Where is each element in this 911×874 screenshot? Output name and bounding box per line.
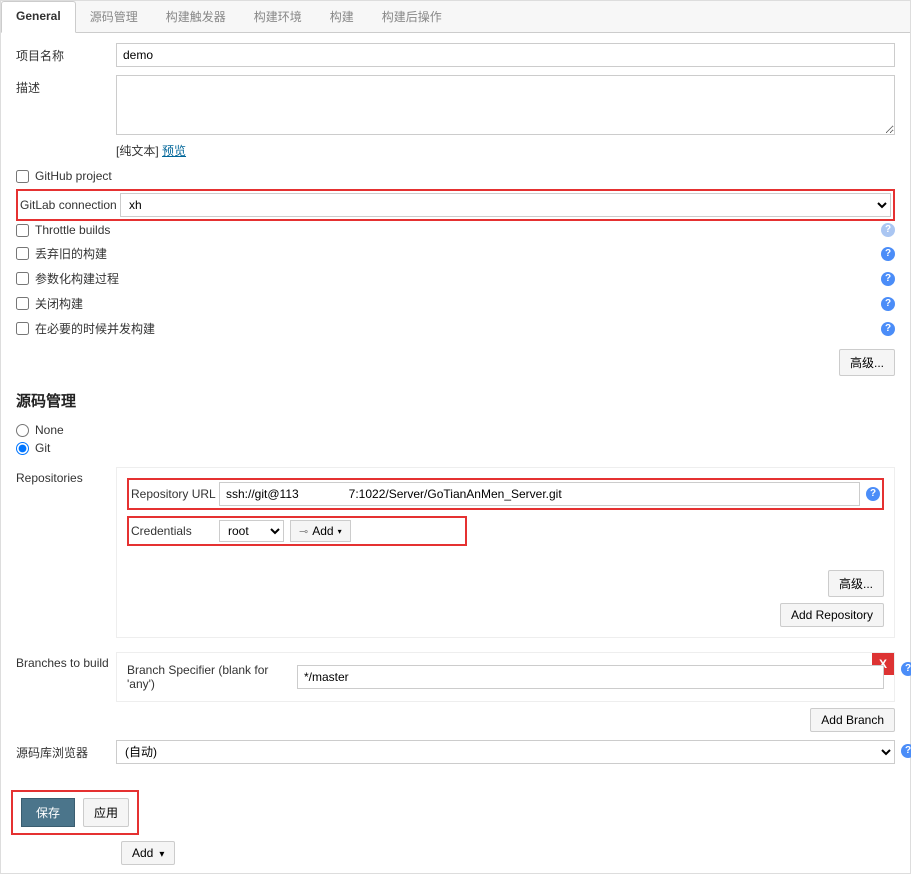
tab-triggers[interactable]: 构建触发器: [152, 1, 240, 32]
repositories-label: Repositories: [16, 467, 116, 485]
add-action-button[interactable]: Add: [121, 841, 175, 865]
repository-panel: Repository URL ? Credentials: [116, 467, 895, 638]
help-icon[interactable]: ?: [881, 247, 895, 261]
throttle-checkbox[interactable]: [16, 224, 29, 237]
gitlab-connection-select[interactable]: xh: [120, 193, 891, 217]
project-name-input[interactable]: [116, 43, 895, 67]
repo-browser-label: 源码库浏览器: [16, 740, 116, 761]
help-icon[interactable]: ?: [881, 223, 895, 237]
concurrent-label: 在必要的时候并发构建: [35, 320, 155, 337]
throttle-label: Throttle builds: [35, 223, 110, 237]
tab-post[interactable]: 构建后操作: [368, 1, 456, 32]
repo-advanced-button[interactable]: 高级...: [828, 570, 884, 597]
key-icon: ⊸: [299, 525, 308, 538]
scm-git-label: Git: [35, 441, 50, 455]
preview-link[interactable]: 预览: [162, 144, 186, 158]
scm-none-label: None: [35, 423, 64, 437]
project-name-label: 项目名称: [16, 43, 116, 64]
tab-general[interactable]: General: [1, 1, 76, 33]
branch-panel: X Branch Specifier (blank for 'any'): [116, 652, 895, 702]
disable-build-checkbox[interactable]: [16, 297, 29, 310]
discard-old-checkbox[interactable]: [16, 247, 29, 260]
help-icon[interactable]: ?: [866, 487, 880, 501]
help-icon[interactable]: ?: [901, 662, 911, 676]
tab-env[interactable]: 构建环境: [240, 1, 316, 32]
help-icon[interactable]: ?: [881, 322, 895, 336]
add-credentials-button[interactable]: ⊸ Add ▾: [290, 520, 351, 542]
tab-build[interactable]: 构建: [316, 1, 368, 32]
branch-spec-label: Branch Specifier (blank for 'any'): [127, 663, 297, 691]
gitlab-connection-highlight: GitLab connection xh: [16, 189, 895, 221]
scm-none-radio[interactable]: [16, 424, 29, 437]
help-icon[interactable]: ?: [901, 744, 911, 758]
parametrize-checkbox[interactable]: [16, 272, 29, 285]
scm-git-radio[interactable]: [16, 442, 29, 455]
credentials-select[interactable]: root: [219, 520, 284, 542]
repo-url-label: Repository URL: [131, 487, 219, 501]
description-textarea[interactable]: [116, 75, 895, 135]
config-tabs: General 源码管理 构建触发器 构建环境 构建 构建后操作: [1, 1, 910, 33]
discard-old-label: 丢弃旧的构建: [35, 245, 107, 262]
advanced-button[interactable]: 高级...: [839, 349, 895, 376]
save-apply-highlight: 保存 应用: [11, 790, 139, 835]
help-icon[interactable]: ?: [881, 272, 895, 286]
help-icon[interactable]: ?: [881, 297, 895, 311]
credentials-label: Credentials: [131, 524, 219, 538]
gitlab-connection-label: GitLab connection: [20, 198, 120, 212]
chevron-down-icon: ▾: [338, 527, 342, 536]
scm-section-title: 源码管理: [16, 390, 895, 411]
credentials-highlight: Credentials root ⊸ Add ▾: [127, 516, 467, 546]
description-label: 描述: [16, 75, 116, 96]
branch-spec-input[interactable]: [297, 665, 884, 689]
plaintext-note: [纯文本]: [116, 144, 162, 158]
disable-build-label: 关闭构建: [35, 295, 83, 312]
repo-url-input[interactable]: [219, 482, 860, 506]
repo-url-highlight: Repository URL ?: [127, 478, 884, 510]
github-project-label: GitHub project: [35, 169, 112, 183]
apply-button[interactable]: 应用: [83, 798, 129, 827]
repo-browser-select[interactable]: (自动): [116, 740, 895, 764]
tab-scm[interactable]: 源码管理: [76, 1, 152, 32]
branches-label: Branches to build: [16, 652, 116, 670]
add-branch-button[interactable]: Add Branch: [810, 708, 895, 732]
parametrize-label: 参数化构建过程: [35, 270, 119, 287]
add-repository-button[interactable]: Add Repository: [780, 603, 884, 627]
concurrent-checkbox[interactable]: [16, 322, 29, 335]
add-credentials-label: Add: [312, 524, 333, 538]
github-project-checkbox[interactable]: [16, 170, 29, 183]
save-button[interactable]: 保存: [21, 798, 75, 827]
